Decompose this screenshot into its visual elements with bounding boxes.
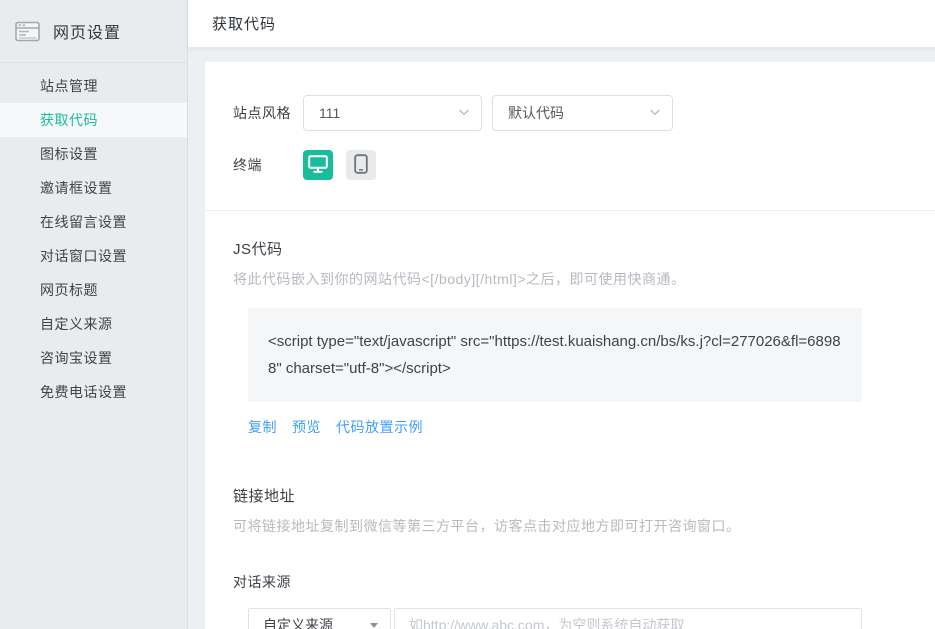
sidebar-item-active[interactable]: 获取代码 bbox=[0, 103, 187, 137]
terminal-label: 终端 bbox=[233, 155, 303, 175]
content-panel: 站点风格 111 默认代码 bbox=[205, 62, 935, 629]
site-style-label: 站点风格 bbox=[233, 103, 303, 123]
dialog-source-label: 对话来源 bbox=[233, 572, 935, 592]
source-url-input[interactable] bbox=[394, 608, 862, 629]
sidebar-header: 网页设置 bbox=[0, 0, 187, 63]
terminal-row: 终端 bbox=[233, 150, 935, 180]
dialog-source-select-value: 自定义来源 bbox=[263, 615, 333, 629]
link-address-description: 可将链接地址复制到微信等第三方平台，访客点击对应地方即可打开咨询窗口。 bbox=[233, 516, 935, 536]
sidebar-item-link[interactable]: 对话窗口设置 bbox=[0, 239, 187, 273]
sidebar-item-link[interactable]: 免费电话设置 bbox=[0, 375, 187, 409]
sidebar-item-link[interactable]: 站点管理 bbox=[0, 69, 187, 103]
js-code-section: JS代码 将此代码嵌入到你的网站代码<[/body][/html]>之后，即可使… bbox=[233, 238, 935, 437]
js-code-description: 将此代码嵌入到你的网站代码<[/body][/html]>之后，即可使用快商通。 bbox=[233, 269, 935, 289]
page-header: 获取代码 bbox=[188, 0, 935, 48]
site-style-select-value: 111 bbox=[319, 105, 340, 121]
main-area: 获取代码 站点风格 111 默认代码 bbox=[188, 0, 935, 629]
sidebar-item-link[interactable]: 在线留言设置 bbox=[0, 205, 187, 239]
mobile-phone-icon bbox=[354, 154, 368, 177]
copy-link[interactable]: 复制 bbox=[248, 417, 277, 437]
section-divider bbox=[205, 210, 935, 211]
sidebar-item-link[interactable]: 图标设置 bbox=[0, 137, 187, 171]
page-title: 获取代码 bbox=[212, 13, 276, 34]
link-address-section: 链接地址 可将链接地址复制到微信等第三方平台，访客点击对应地方即可打开咨询窗口。… bbox=[233, 485, 935, 629]
sidebar-title: 网页设置 bbox=[53, 19, 121, 43]
sidebar-item-link[interactable]: 咨询宝设置 bbox=[0, 341, 187, 375]
chevron-down-icon bbox=[457, 105, 471, 122]
terminal-desktop-button[interactable] bbox=[303, 150, 333, 180]
app-window: 网页设置 站点管理获取代码图标设置邀请框设置在线留言设置对话窗口设置网页标题自定… bbox=[0, 0, 935, 629]
js-code-snippet: <script type="text/javascript" src="http… bbox=[248, 308, 862, 402]
sidebar-menu: 站点管理获取代码图标设置邀请框设置在线留言设置对话窗口设置网页标题自定义来源咨询… bbox=[0, 63, 187, 409]
code-placement-example-link[interactable]: 代码放置示例 bbox=[336, 417, 423, 437]
link-address-title: 链接地址 bbox=[233, 485, 935, 506]
code-type-select-value: 默认代码 bbox=[508, 103, 564, 123]
chevron-down-icon bbox=[648, 105, 662, 122]
content-background: 站点风格 111 默认代码 bbox=[188, 48, 935, 629]
desktop-monitor-icon bbox=[308, 155, 328, 176]
sidebar-item-link[interactable]: 自定义来源 bbox=[0, 307, 187, 341]
code-actions-row: 复制 预览 代码放置示例 bbox=[248, 417, 862, 437]
dialog-source-select[interactable]: 自定义来源 bbox=[248, 608, 391, 629]
webpage-settings-icon bbox=[15, 21, 40, 42]
site-style-select[interactable]: 111 bbox=[303, 95, 482, 131]
sidebar-item-link[interactable]: 邀请框设置 bbox=[0, 171, 187, 205]
dialog-source-row: 自定义来源 bbox=[248, 608, 935, 629]
code-type-select[interactable]: 默认代码 bbox=[492, 95, 673, 131]
caret-down-icon bbox=[370, 623, 378, 628]
js-code-title: JS代码 bbox=[233, 238, 935, 259]
preview-link[interactable]: 预览 bbox=[292, 417, 321, 437]
site-style-row: 站点风格 111 默认代码 bbox=[233, 95, 935, 131]
sidebar: 网页设置 站点管理获取代码图标设置邀请框设置在线留言设置对话窗口设置网页标题自定… bbox=[0, 0, 188, 629]
terminal-mobile-button[interactable] bbox=[346, 150, 376, 180]
sidebar-item-link[interactable]: 网页标题 bbox=[0, 273, 187, 307]
